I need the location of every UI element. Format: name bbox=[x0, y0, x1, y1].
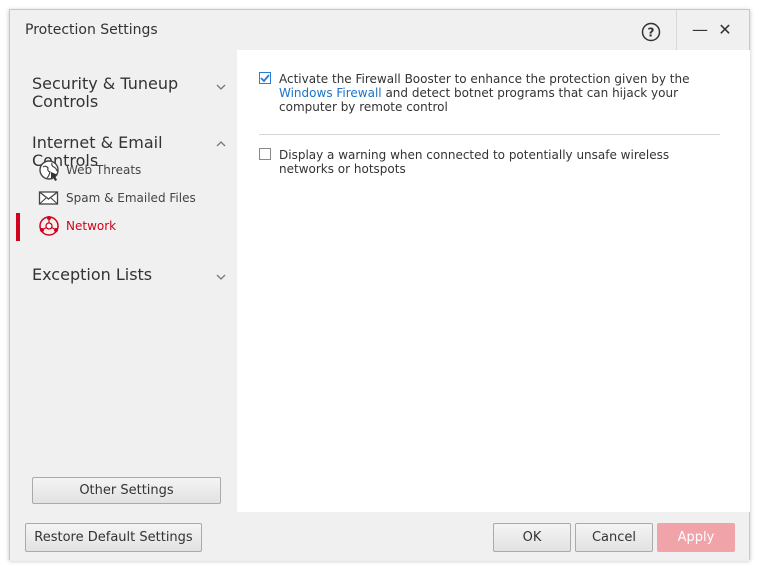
close-button[interactable]: ✕ bbox=[715, 20, 735, 40]
titlebar-separator bbox=[676, 10, 677, 50]
help-icon[interactable]: ? bbox=[641, 22, 661, 42]
unsafe-wireless-checkbox[interactable] bbox=[259, 148, 271, 160]
footer-bar: Restore Default Settings OK Cancel Apply bbox=[10, 512, 749, 561]
restore-default-settings-button[interactable]: Restore Default Settings bbox=[25, 523, 202, 552]
network-icon bbox=[38, 215, 60, 237]
category-exception-lists[interactable]: Exception Lists bbox=[32, 266, 202, 284]
ok-button[interactable]: OK bbox=[493, 523, 571, 552]
chevron-down-icon[interactable] bbox=[215, 78, 227, 90]
chevron-up-icon[interactable] bbox=[215, 135, 227, 147]
cancel-button[interactable]: Cancel bbox=[575, 523, 653, 552]
globe-icon bbox=[38, 159, 60, 181]
sidebar: Security & Tuneup Controls Internet & Em… bbox=[16, 50, 236, 512]
other-settings-button[interactable]: Other Settings bbox=[32, 477, 221, 504]
unsafe-wireless-text: Display a warning when connected to pote… bbox=[279, 148, 670, 176]
sidebar-item-label: Spam & Emailed Files bbox=[66, 191, 196, 205]
svg-text:?: ? bbox=[648, 26, 655, 40]
sidebar-item-web-threats[interactable]: Web Threats bbox=[38, 159, 218, 183]
firewall-booster-checkbox[interactable] bbox=[259, 72, 271, 84]
active-indicator bbox=[16, 213, 20, 241]
network-settings-panel: Activate the Firewall Booster to enhance… bbox=[237, 50, 750, 512]
chevron-down-icon[interactable] bbox=[215, 268, 227, 280]
category-security-tuneup[interactable]: Security & Tuneup Controls bbox=[32, 75, 202, 111]
option-divider bbox=[259, 134, 720, 135]
window-title: Protection Settings bbox=[25, 22, 158, 38]
protection-settings-window: Protection Settings ? — ✕ Security & Tun… bbox=[9, 9, 750, 561]
firewall-booster-option: Activate the Firewall Booster to enhance… bbox=[259, 72, 699, 118]
sidebar-item-network[interactable]: Network bbox=[38, 215, 218, 239]
envelope-icon bbox=[38, 187, 60, 209]
unsafe-wireless-option: Display a warning when connected to pote… bbox=[259, 148, 699, 180]
minimize-button[interactable]: — bbox=[690, 20, 710, 40]
sidebar-item-label: Network bbox=[66, 219, 117, 233]
apply-button[interactable]: Apply bbox=[657, 523, 735, 552]
sidebar-item-spam-emailed-files[interactable]: Spam & Emailed Files bbox=[38, 187, 218, 211]
windows-firewall-link[interactable]: Windows Firewall bbox=[279, 86, 382, 100]
title-bar: Protection Settings ? — ✕ bbox=[10, 10, 749, 50]
firewall-booster-text: Activate the Firewall Booster to enhance… bbox=[279, 72, 699, 114]
option-text: Activate the Firewall Booster to enhance… bbox=[279, 72, 690, 86]
sidebar-item-label: Web Threats bbox=[66, 163, 142, 177]
